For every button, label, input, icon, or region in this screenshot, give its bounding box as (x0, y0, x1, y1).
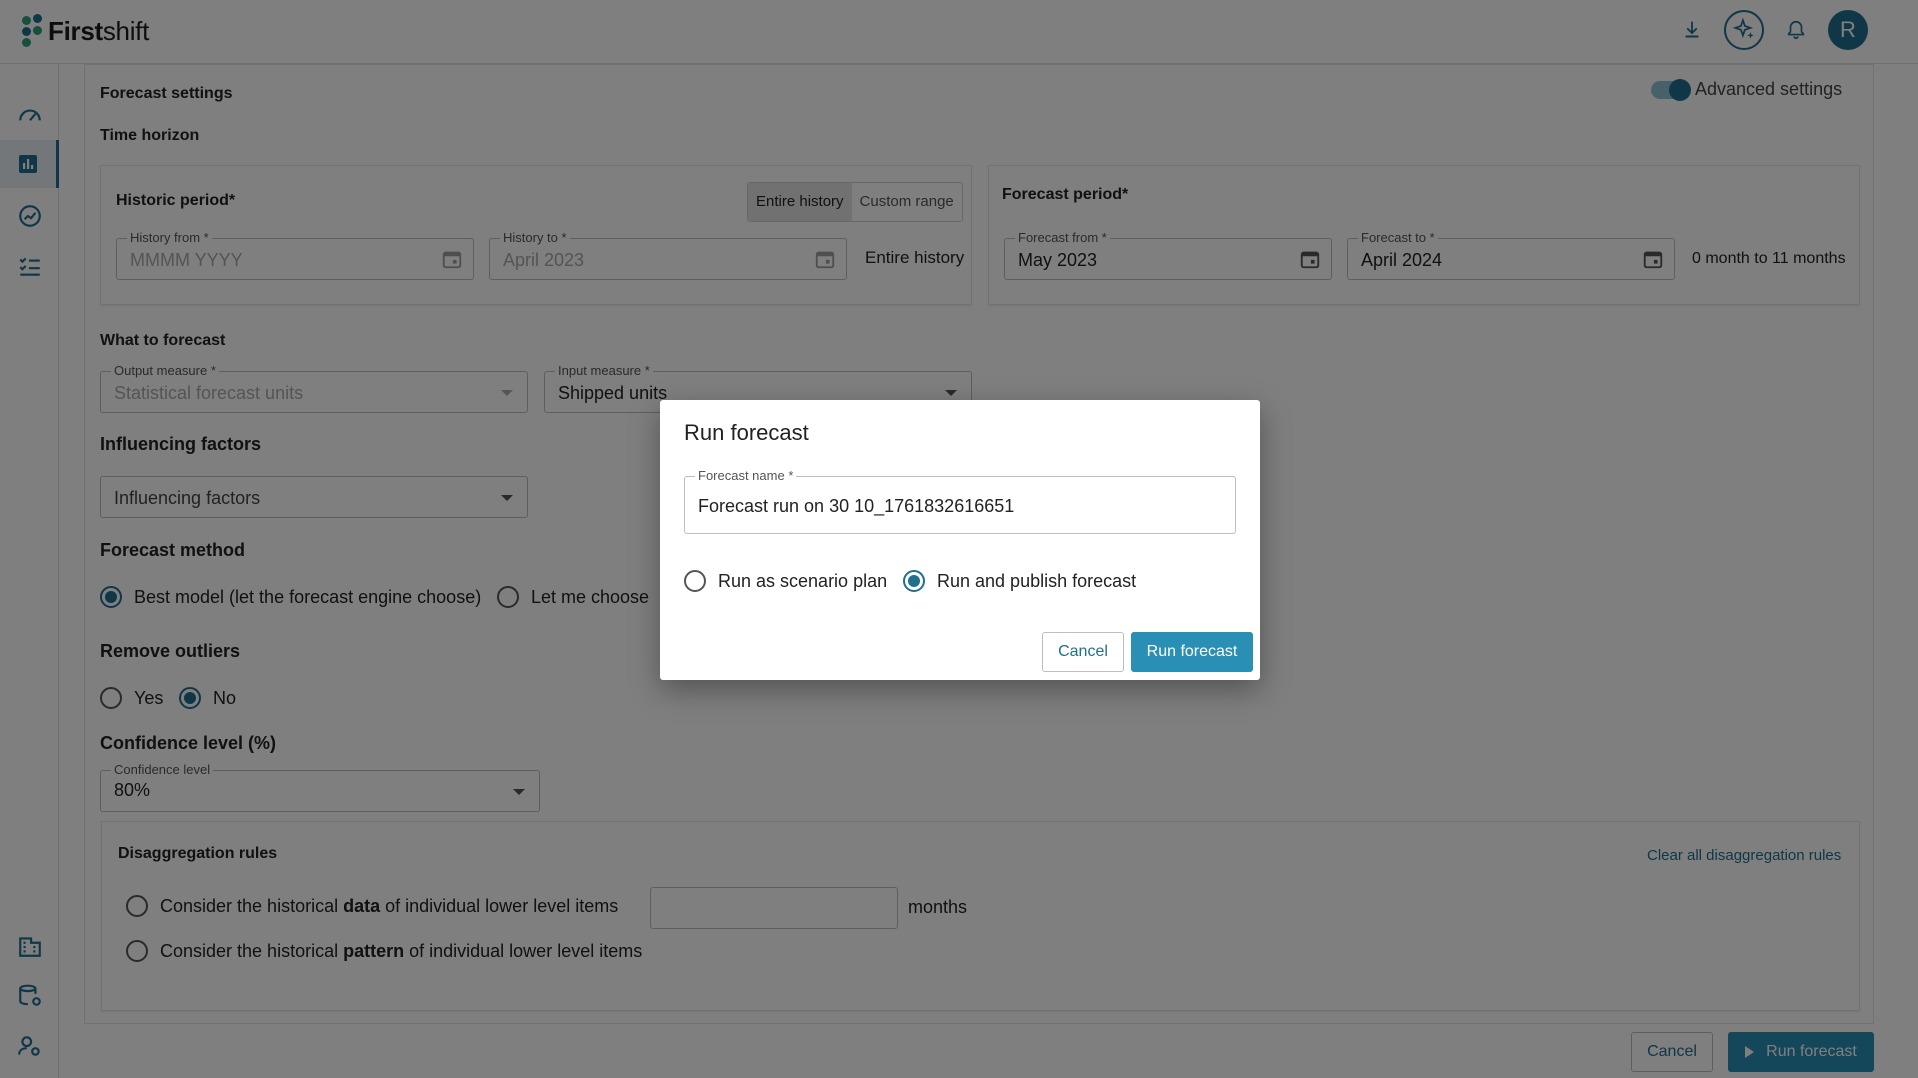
run-forecast-dialog: Run forecast Forecast name * Forecast ru… (660, 400, 1260, 680)
dialog-title: Run forecast (684, 420, 809, 445)
dialog-run-forecast-button[interactable]: Run forecast (1131, 632, 1253, 672)
run-as-scenario-radio[interactable]: Run as scenario plan (684, 570, 887, 592)
dialog-cancel-button[interactable]: Cancel (1042, 632, 1124, 672)
forecast-name-input[interactable]: Forecast name * Forecast run on 30 10_17… (684, 469, 1236, 534)
run-and-publish-radio[interactable]: Run and publish forecast (903, 570, 1136, 592)
